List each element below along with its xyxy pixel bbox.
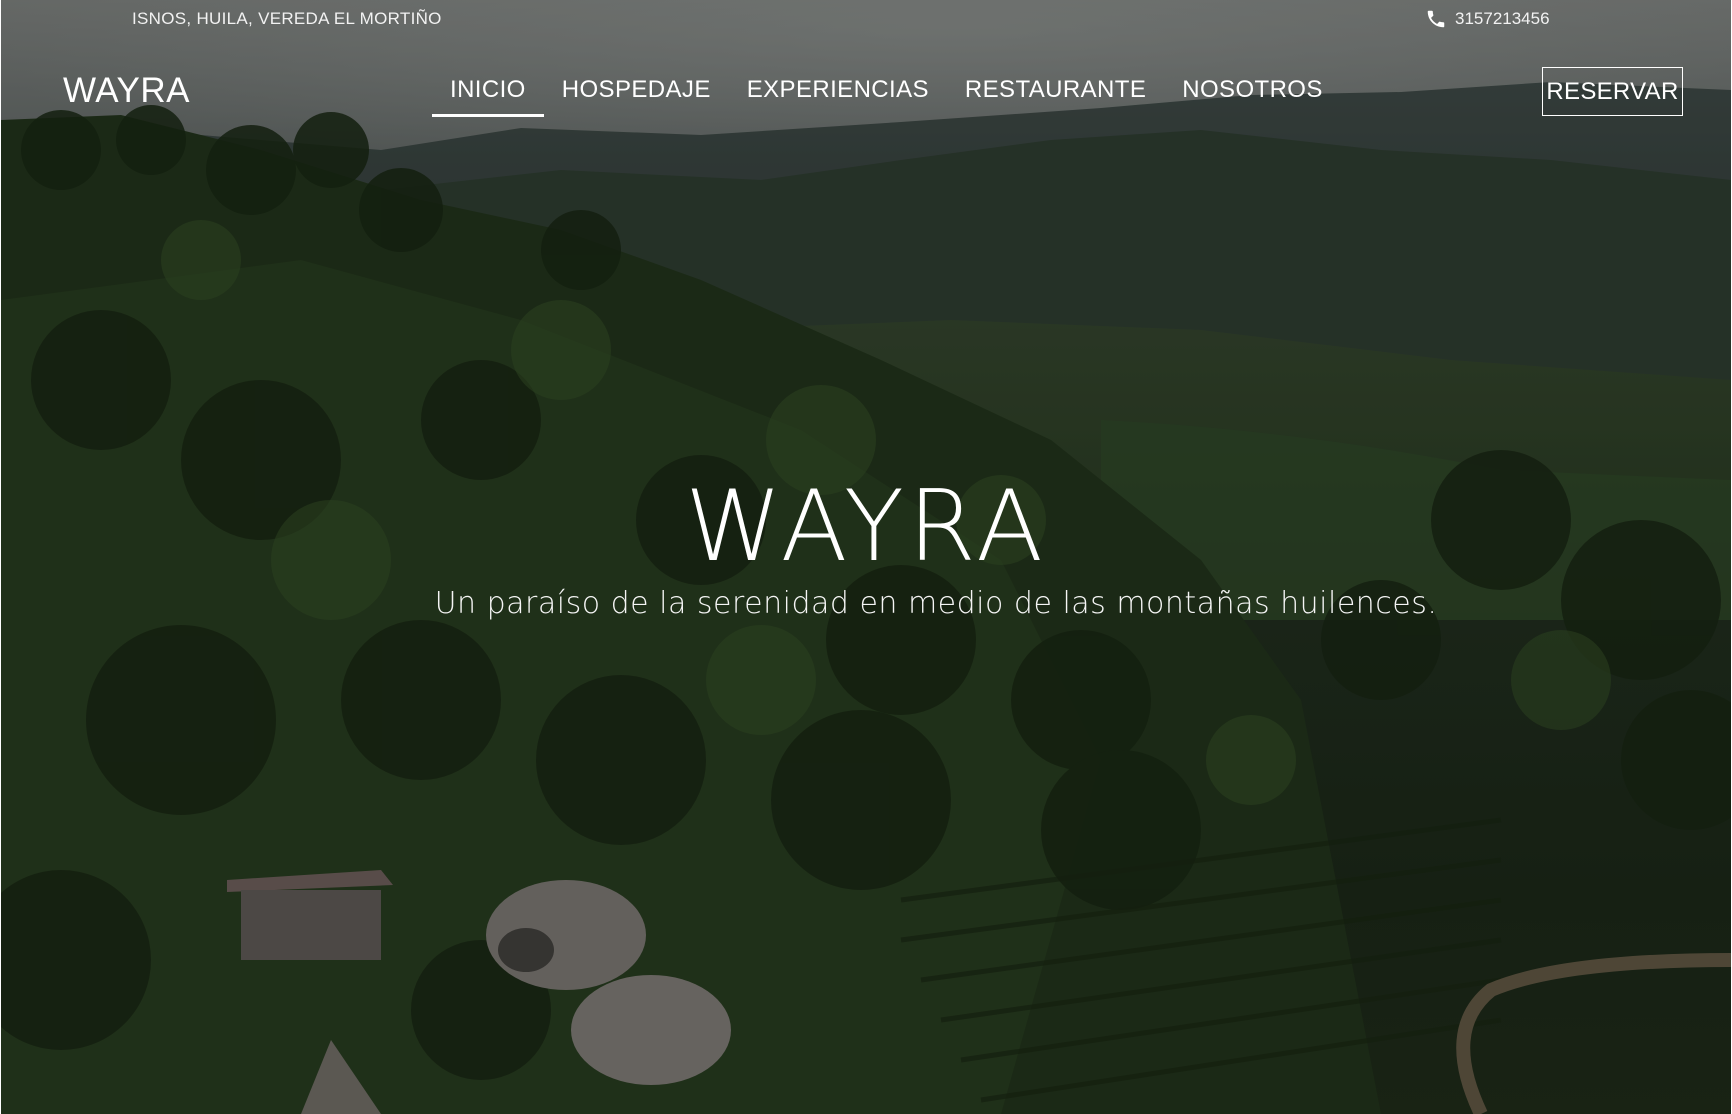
nav-item-hospedaje[interactable]: HOSPEDAJE [544,76,729,116]
nav-item-restaurante[interactable]: RESTAURANTE [947,76,1164,116]
hero-section: ISNOS, HUILA, VEREDA EL MORTIÑO 31572134… [1,0,1731,1114]
nav-item-inicio[interactable]: INICIO [432,76,544,117]
hero-title: WAYRA [685,470,1047,584]
nav-item-experiencias[interactable]: EXPERIENCIAS [729,76,947,116]
hero-subtitle: Un paraíso de la serenidad en medio de l… [434,586,1438,621]
phone-icon [1425,8,1447,30]
main-nav: INICIO HOSPEDAJE EXPERIENCIAS RESTAURANT… [432,76,1341,117]
top-bar: ISNOS, HUILA, VEREDA EL MORTIÑO 31572134… [1,0,1731,40]
phone-link[interactable]: 3157213456 [1425,8,1550,30]
location-text: ISNOS, HUILA, VEREDA EL MORTIÑO [132,9,442,28]
brand-logo[interactable]: WAYRA [63,71,190,111]
reserve-button[interactable]: RESERVAR [1542,67,1683,116]
phone-number: 3157213456 [1455,9,1550,28]
main-navbar: WAYRA INICIO HOSPEDAJE EXPERIENCIAS REST… [1,60,1731,120]
nav-item-nosotros[interactable]: NOSOTROS [1164,76,1341,116]
